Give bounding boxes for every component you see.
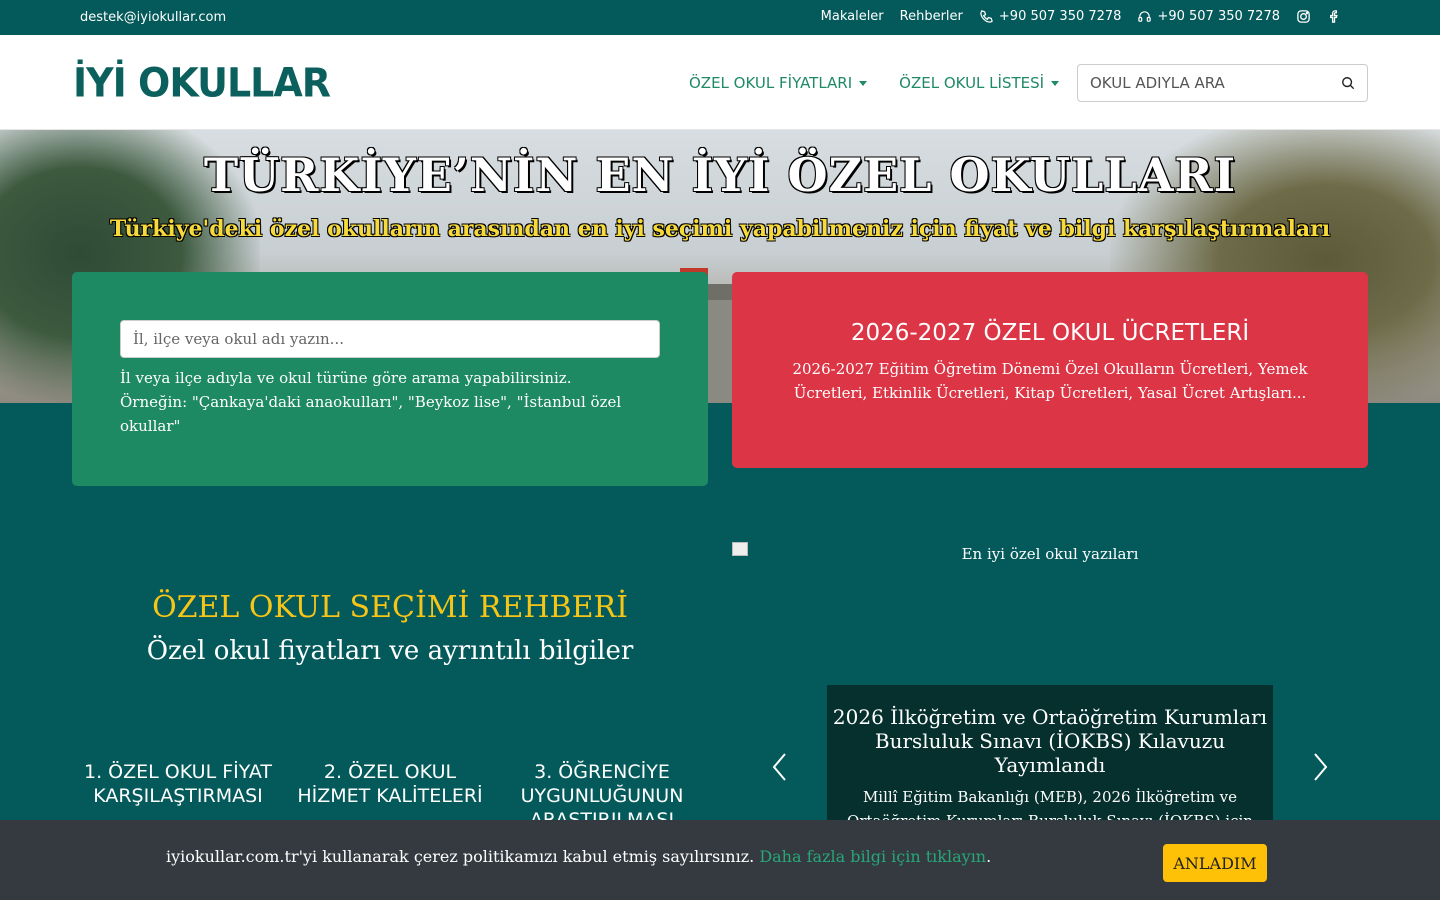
cookie-message: iyiokullar.com.tr'yi kullanarak çerez po… [166,847,991,866]
site-header: İYİ OKULLAR ÖZEL OKUL FİYATLARI ÖZEL OKU… [0,35,1440,130]
support-email[interactable]: destek@iyiokullar.com [80,10,226,25]
articles-carousel: En iyi özel okul yazıları 2026 İlköğreti… [732,540,1368,820]
carousel-prev-icon[interactable] [770,752,790,782]
facebook-icon[interactable] [1327,9,1342,24]
carousel-caption-text: Millî Eğitim Bakanlığı (MEB), 2026 İlköğ… [847,788,1253,820]
location-search-help: İl veya ilçe adıyla ve okul türüne göre … [120,369,622,435]
main-nav: ÖZEL OKUL FİYATLARI ÖZEL OKUL LİSTESİ [689,74,1060,92]
carousel-caption[interactable]: 2026 İlköğretim ve Ortaöğretim Kurumları… [827,685,1273,820]
phone-number-2: +90 507 350 7278 [1157,9,1280,24]
nav-school-prices[interactable]: ÖZEL OKUL FİYATLARI [689,74,868,92]
cookie-text: iyiokullar.com.tr'yi kullanarak çerez po… [166,847,755,866]
school-name-search-input[interactable] [1078,65,1328,101]
top-bar-right: Makaleler Rehberler +90 507 350 7278 +90… [821,9,1342,24]
guide-step-1: 1. ÖZEL OKUL FİYAT KARŞILAŞTIRMASI [84,761,272,807]
search-icon[interactable] [1341,76,1355,90]
hero-subtitle: Türkiye'deki özel okulların arasından en… [109,216,1331,242]
guide-step-2: 2. ÖZEL OKUL HİZMET KALİTELERİ [297,761,483,807]
chevron-down-icon [1051,80,1060,86]
school-fees-card[interactable]: 2026-2027 ÖZEL OKUL ÜCRETLERİ 2026-2027 … [732,272,1368,468]
school-fees-text: 2026-2027 Eğitim Öğretim Dönemi Özel Oku… [792,360,1308,402]
school-search-box [1077,64,1368,102]
location-search-input[interactable] [120,320,660,358]
guide-steps: 1. ÖZEL OKUL FİYAT KARŞILAŞTIRMASI 2. ÖZ… [72,760,708,820]
support-line-link[interactable]: +90 507 350 7278 [1137,9,1280,24]
top-bar: destek@iyiokullar.com Makaleler Rehberle… [0,0,1440,35]
cookie-banner: iyiokullar.com.tr'yi kullanarak çerez po… [0,820,1440,900]
site-logo[interactable]: İYİ OKULLAR [73,60,331,106]
headset-icon [1138,11,1152,22]
cookie-more-info-link[interactable]: Daha fazla bilgi için tıklayın [759,847,986,866]
nav-school-prices-label: ÖZEL OKUL FİYATLARI [689,74,853,92]
guides-link[interactable]: Rehberler [900,9,963,24]
guide-title: ÖZEL OKUL SEÇİMİ REHBERİ [152,590,628,625]
instagram-icon[interactable] [1296,9,1311,24]
location-search-card: İl veya ilçe adıyla ve okul türüne göre … [72,272,708,486]
cookie-end: . [986,847,992,866]
carousel-next-icon[interactable] [1310,752,1330,782]
carousel-image-alt: En iyi özel okul yazıları [961,545,1139,563]
guide-step-3: 3. ÖĞRENCİYE UYGUNLUĞUNUN ARAŞTIRILMASI [520,761,684,820]
hero-title: TÜRKİYE’NİN EN İYİ ÖZEL OKULLARI [203,148,1237,202]
nav-school-list[interactable]: ÖZEL OKUL LİSTESİ [899,74,1060,92]
guide-subtitle: Özel okul fiyatları ve ayrıntılı bilgile… [146,636,634,666]
nav-school-list-label: ÖZEL OKUL LİSTESİ [899,74,1045,92]
chevron-down-icon [859,80,868,86]
articles-link[interactable]: Makaleler [821,9,884,24]
phone-icon [980,10,993,23]
phone-link[interactable]: +90 507 350 7278 [979,9,1122,24]
carousel-caption-title: 2026 İlköğretim ve Ortaöğretim Kurumları… [832,705,1268,777]
cookie-accept-button[interactable]: ANLADIM [1163,844,1267,882]
school-fees-title: 2026-2027 ÖZEL OKUL ÜCRETLERİ [850,320,1250,346]
phone-number-1: +90 507 350 7278 [998,9,1122,24]
